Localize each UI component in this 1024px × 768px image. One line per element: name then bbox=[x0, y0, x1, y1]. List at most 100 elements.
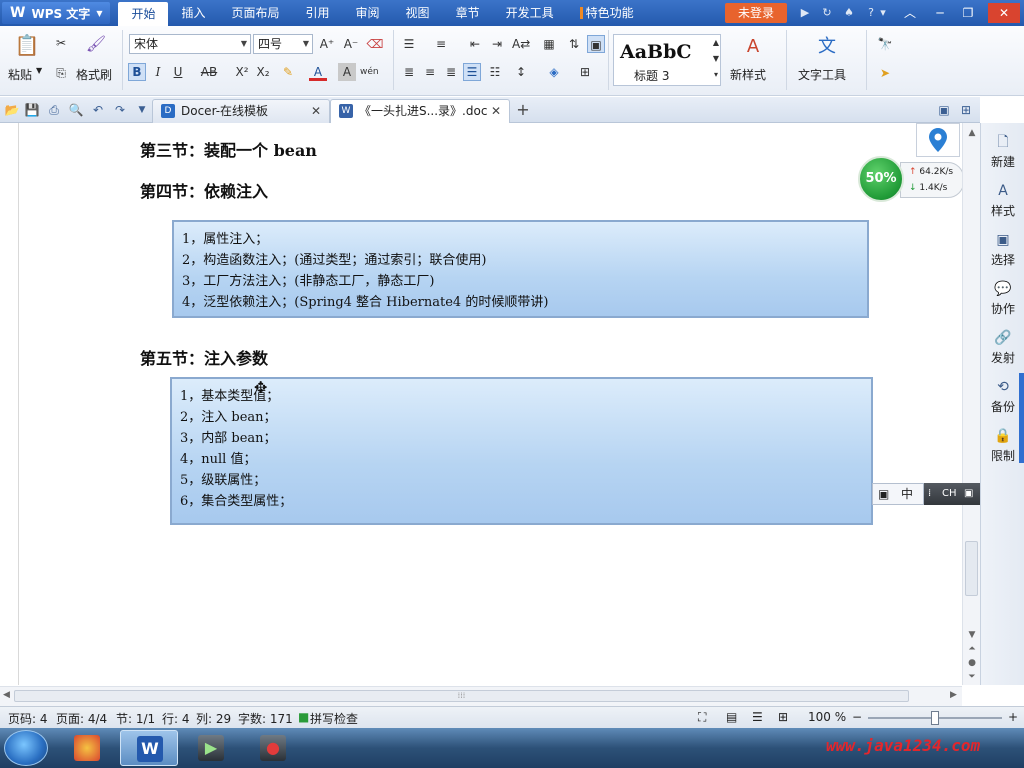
scroll-left-icon[interactable]: ◀ bbox=[3, 690, 10, 700]
sidebar-item-backup[interactable]: ⟲ 备份 bbox=[981, 374, 1024, 420]
zoom-in-icon[interactable]: + bbox=[1008, 710, 1018, 724]
redo-icon[interactable]: ↷ bbox=[112, 102, 128, 118]
text-tools-button[interactable]: 文字工具 bbox=[798, 66, 846, 83]
collapse-ribbon-icon[interactable]: ︿ bbox=[898, 3, 922, 23]
paste-button[interactable]: 粘贴 bbox=[8, 66, 32, 83]
sidebar-collapse-handle[interactable] bbox=[1019, 373, 1024, 463]
refresh-icon[interactable]: ↻ bbox=[820, 6, 834, 20]
bullet-list-icon[interactable]: ☰ bbox=[400, 35, 418, 53]
ime-status[interactable]: ▣ 中 bbox=[872, 483, 924, 505]
menu-special-features[interactable]: 特色功能 bbox=[567, 0, 647, 26]
memory-usage-badge[interactable]: 50% bbox=[858, 156, 904, 202]
text-box-injection-params[interactable]: 1，基本类型值； 2，注入 bean； 3，内部 bean； 4，null 值；… bbox=[170, 377, 873, 525]
zoom-out-icon[interactable]: − bbox=[852, 710, 862, 724]
tab-document[interactable]: W 《一头扎进S...录》.doc ✕ bbox=[330, 99, 510, 123]
scroll-thumb[interactable]: ⁞⁞⁞ bbox=[14, 690, 909, 702]
table-icon[interactable]: ▦ bbox=[540, 35, 558, 53]
web-view-icon[interactable]: ⊞ bbox=[778, 710, 788, 724]
tab-options-icon[interactable]: ⊞ bbox=[958, 102, 974, 118]
full-screen-icon[interactable]: ⛶ bbox=[698, 710, 706, 725]
page-view-icon[interactable]: ▤ bbox=[726, 710, 737, 724]
status-word-count[interactable]: 字数: 171 bbox=[238, 710, 293, 727]
text-direction-icon[interactable]: A⇄ bbox=[512, 35, 530, 53]
menu-page-layout[interactable]: 页面布局 bbox=[219, 0, 293, 26]
language-code[interactable]: CH bbox=[942, 483, 957, 505]
select-browse-object-icon[interactable]: ● bbox=[966, 657, 978, 669]
horizontal-scrollbar[interactable]: ◀ ⁞⁞⁞ ▶ bbox=[0, 686, 962, 706]
tab-docer-templates[interactable]: D Docer-在线模板 ✕ bbox=[152, 99, 330, 123]
app-menu-button[interactable]: W WPS 文字 ▼ bbox=[2, 2, 111, 24]
menu-references[interactable]: 引用 bbox=[293, 0, 343, 26]
shading-icon[interactable]: ◈ bbox=[545, 63, 563, 81]
close-icon[interactable]: ✕ bbox=[311, 100, 321, 122]
copy-icon[interactable]: ⎘ bbox=[52, 64, 70, 82]
close-icon[interactable]: ✕ bbox=[491, 100, 501, 122]
print-icon[interactable]: ⎙ bbox=[46, 102, 62, 118]
phonetic-guide-icon[interactable]: wén bbox=[360, 63, 379, 81]
grow-font-icon[interactable]: A⁺ bbox=[318, 35, 336, 53]
zoom-slider[interactable] bbox=[868, 711, 1002, 725]
chevron-down-icon[interactable]: ▼ bbox=[36, 66, 42, 75]
next-page-icon[interactable]: ⏷ bbox=[966, 671, 978, 683]
menu-chapter[interactable]: 章节 bbox=[443, 0, 493, 26]
scroll-right-icon[interactable]: ▶ bbox=[950, 690, 957, 700]
taskbar-app-wps[interactable]: W bbox=[120, 730, 178, 766]
gallery-more-icon[interactable]: ▾ bbox=[710, 66, 722, 84]
document-canvas[interactable]: 第三节：装配一个 bean 第四节：依赖注入 1，属性注入； 2，构造函数注入；… bbox=[0, 123, 980, 685]
sidebar-item-new[interactable]: 🗋 新建 bbox=[981, 129, 1024, 175]
paste-icon[interactable]: 📋 bbox=[14, 32, 40, 58]
numbered-list-icon[interactable]: ≡ bbox=[432, 35, 450, 53]
menu-home[interactable]: 开始 bbox=[118, 2, 169, 26]
new-style-button[interactable]: 新样式 bbox=[730, 66, 766, 83]
customize-toolbar-icon[interactable]: ▼ bbox=[134, 102, 150, 118]
align-center-icon[interactable]: ≡ bbox=[421, 63, 439, 81]
borders-icon[interactable]: ⊞ bbox=[576, 63, 594, 81]
font-name-select[interactable]: 宋体 ▼ bbox=[129, 34, 251, 54]
new-tab-button[interactable]: + bbox=[513, 100, 533, 120]
menu-view[interactable]: 视图 bbox=[393, 0, 443, 26]
open-folder-icon[interactable]: 📂 bbox=[4, 102, 20, 118]
scroll-up-icon[interactable]: ▲ bbox=[966, 127, 978, 139]
tab-list-icon[interactable]: ▣ bbox=[936, 102, 952, 118]
save-icon[interactable]: 💾 bbox=[24, 102, 40, 118]
justify-icon[interactable]: ☰ bbox=[463, 63, 481, 81]
zoom-level[interactable]: 100 % bbox=[808, 710, 846, 724]
undo-icon[interactable]: ↶ bbox=[90, 102, 106, 118]
outline-view-icon[interactable]: ☰ bbox=[752, 710, 763, 724]
decrease-indent-icon[interactable]: ⇤ bbox=[466, 35, 484, 53]
spell-check-button[interactable]: 拼写检查 bbox=[310, 710, 358, 727]
sidebar-item-styles[interactable]: A 样式 bbox=[981, 178, 1024, 224]
font-color-icon[interactable]: A bbox=[309, 63, 327, 81]
find-icon[interactable]: 🔭 bbox=[876, 35, 894, 53]
align-right-icon[interactable]: ≣ bbox=[442, 63, 460, 81]
style-gallery[interactable]: AaBbC 标题 3 bbox=[613, 34, 721, 86]
keyboard-icon[interactable]: ▣ bbox=[964, 483, 973, 505]
previous-page-icon[interactable]: ⏶ bbox=[966, 643, 978, 655]
scroll-down-icon[interactable]: ▼ bbox=[966, 629, 978, 641]
menu-insert[interactable]: 插入 bbox=[168, 0, 218, 26]
sidebar-item-share[interactable]: 🔗 发射 bbox=[981, 325, 1024, 371]
taskbar-app-terminal[interactable]: ▶ bbox=[182, 730, 240, 766]
highlight-icon[interactable]: ✎ bbox=[279, 63, 297, 81]
new-style-icon[interactable]: A bbox=[740, 34, 766, 60]
sidebar-item-collaborate[interactable]: 💬 协作 bbox=[981, 276, 1024, 322]
minimize-icon[interactable]: ─ bbox=[928, 3, 952, 23]
font-size-select[interactable]: 四号 ▼ bbox=[253, 34, 313, 54]
sidebar-item-restrict[interactable]: 🔒 限制 bbox=[981, 423, 1024, 469]
text-box-dependency-injection[interactable]: 1，属性注入； 2，构造函数注入；(通过类型；通过索引；联合使用) 3，工厂方法… bbox=[172, 220, 869, 318]
location-button[interactable] bbox=[916, 123, 960, 157]
clear-format-icon[interactable]: ⌫ bbox=[366, 35, 384, 53]
skin-icon[interactable]: ♠ bbox=[842, 6, 856, 20]
vertical-scrollbar[interactable]: ▲ ▼ ⏶ ● ⏷ bbox=[962, 123, 980, 685]
ime-mode[interactable]: 中 bbox=[901, 484, 913, 504]
login-button[interactable]: 未登录 bbox=[725, 3, 787, 23]
italic-icon[interactable]: I bbox=[149, 63, 167, 81]
increase-indent-icon[interactable]: ⇥ bbox=[488, 35, 506, 53]
zoom-slider-thumb[interactable] bbox=[931, 711, 939, 725]
print-preview-icon[interactable]: 🔍 bbox=[68, 102, 84, 118]
start-button[interactable] bbox=[4, 730, 48, 766]
show-marks-icon[interactable]: ▣ bbox=[587, 35, 605, 53]
sort-icon[interactable]: ⇅ bbox=[565, 35, 583, 53]
close-icon[interactable]: ✕ bbox=[988, 3, 1020, 23]
sidebar-item-select[interactable]: ▣ 选择 bbox=[981, 227, 1024, 273]
